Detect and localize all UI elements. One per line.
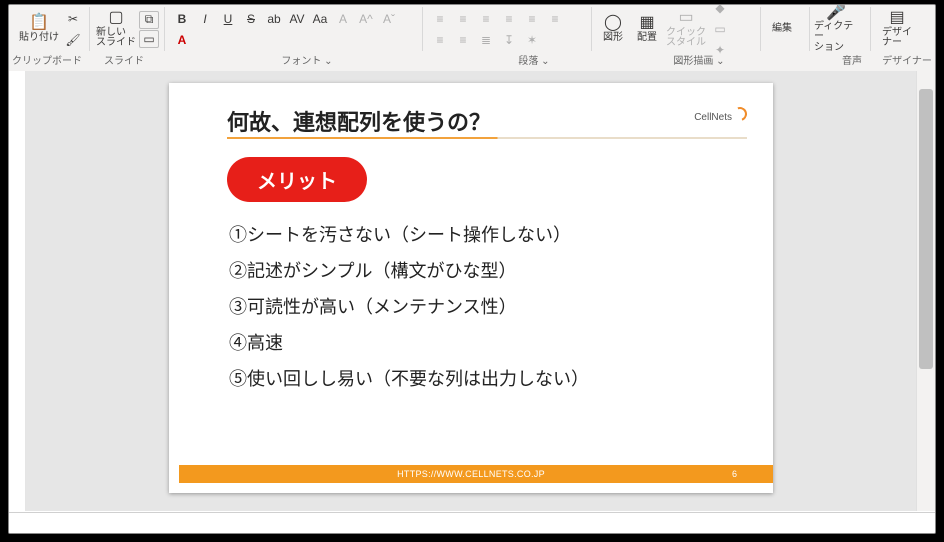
align-left-button[interactable]: ≡ xyxy=(521,9,543,29)
merit-item: ②記述がシンプル（構文がひな型） xyxy=(229,253,733,289)
ribbon-controls: 📋 貼り付け ✂ 🖌 ▢ 新しい スライド ⧉ ▭ xyxy=(9,5,935,51)
dictation-button[interactable]: 🎤 ディクテー ション xyxy=(814,9,858,49)
group-drawing: ◯ 図形 ▦ 配置 ▭ クイック スタイル ◆ ▭ ✦ xyxy=(592,7,761,51)
scrollbar-thumb[interactable] xyxy=(919,89,933,369)
group-designer: ▤ デザイ ナー xyxy=(871,7,931,51)
strike-button[interactable]: S xyxy=(240,9,262,29)
grow-font-button[interactable]: A^ xyxy=(355,9,377,29)
merit-badge: メリット xyxy=(227,157,367,202)
status-bar xyxy=(9,512,935,533)
paragraph-buttons: ≡ ≡ ≡ ≡ ≡ ≡ ≡ ≡ ≣ ↧ ✶ xyxy=(427,7,587,52)
indent-inc-button[interactable]: ≡ xyxy=(498,9,520,29)
quickstyle-icon: ▭ xyxy=(678,10,693,28)
smartart-button[interactable]: ✶ xyxy=(521,30,543,50)
group-slide: ▢ 新しい スライド ⧉ ▭ xyxy=(90,7,165,51)
slide-title: 何故、連想配列を使うの？ xyxy=(227,105,491,137)
shapes-button[interactable]: ◯ 図形 xyxy=(596,9,630,49)
clear-format-button[interactable]: A xyxy=(332,9,354,29)
kerning-button[interactable]: AV xyxy=(286,9,308,29)
footer-url: HTTPS://WWW.CELLNETS.CO.JP xyxy=(397,469,545,479)
bullets-button[interactable]: ≡ xyxy=(429,9,451,29)
font-buttons: B I U S ab AV Aa A A^ Aˇ A xyxy=(169,7,418,52)
align-just-button[interactable]: ≡ xyxy=(452,30,474,50)
cut-button[interactable]: ✂ xyxy=(62,9,84,29)
title-underline xyxy=(227,137,747,139)
designer-label: デザイ ナー xyxy=(882,28,912,49)
bold-button[interactable]: B xyxy=(171,9,193,29)
vertical-scrollbar[interactable] xyxy=(916,71,935,511)
arrange-icon: ▦ xyxy=(639,15,654,33)
slide-footer: HTTPS://WWW.CELLNETS.CO.JP 6 xyxy=(169,465,773,483)
mic-icon: 🎤 xyxy=(826,5,846,22)
designer-button[interactable]: ▤ デザイ ナー xyxy=(875,9,919,49)
group-font: B I U S ab AV Aa A A^ Aˇ A xyxy=(165,7,423,51)
merit-item: ①シートを汚さない（シート操作しない） xyxy=(229,217,733,253)
paste-icon: 📋 xyxy=(29,15,49,33)
editing-label: 編集 xyxy=(772,24,792,35)
underline-button[interactable]: U xyxy=(217,9,239,29)
new-slide-label: 新しい スライド xyxy=(96,28,136,49)
quickstyle-label: クイック スタイル xyxy=(666,28,706,49)
shape-fill-button[interactable]: ◆ xyxy=(709,4,731,18)
shrink-font-button[interactable]: Aˇ xyxy=(378,9,400,29)
paste-button[interactable]: 📋 貼り付け xyxy=(17,9,61,49)
app-window: 📋 貼り付け ✂ 🖌 ▢ 新しい スライド ⧉ ▭ xyxy=(8,4,936,534)
shapes-label: 図形 xyxy=(603,33,623,44)
merit-item: ⑤使い回しし易い（不要な列は出力しない） xyxy=(229,361,733,397)
quickstyle-button[interactable]: ▭ クイック スタイル xyxy=(664,9,708,49)
group-voice: 🎤 ディクテー ション xyxy=(810,7,871,51)
clipboard-extra: ✂ 🖌 xyxy=(61,8,85,51)
new-slide-icon: ▢ xyxy=(108,10,123,28)
indent-dec-button[interactable]: ≡ xyxy=(475,9,497,29)
slide-extra: ⧉ ▭ xyxy=(138,10,160,49)
fontsize-button[interactable]: Aa xyxy=(309,9,331,29)
footer-page: 6 xyxy=(732,469,737,479)
arrange-button[interactable]: ▦ 配置 xyxy=(630,9,664,49)
designer-icon: ▤ xyxy=(889,10,904,28)
merit-item: ③可読性が高い（メンテナンス性） xyxy=(229,289,733,325)
slide-canvas[interactable]: 何故、連想配列を使うの？ CellNets メリット ①シートを汚さない（シート… xyxy=(26,71,916,511)
format-painter-button[interactable]: 🖌 xyxy=(62,30,84,50)
columns-button[interactable]: ≣ xyxy=(475,30,497,50)
reset-button[interactable]: ▭ xyxy=(139,30,159,48)
group-editing: 編集 xyxy=(761,7,810,51)
slide[interactable]: 何故、連想配列を使うの？ CellNets メリット ①シートを汚さない（シート… xyxy=(169,83,773,493)
text-dir-button[interactable]: ↧ xyxy=(498,30,520,50)
dictation-label: ディクテー ション xyxy=(814,22,858,54)
group-clipboard: 📋 貼り付け ✂ 🖌 xyxy=(13,7,90,51)
char-spacing-button[interactable]: ab xyxy=(263,9,285,29)
workspace: 何故、連想配列を使うの？ CellNets メリット ①シートを汚さない（シート… xyxy=(9,71,935,511)
editing-button[interactable]: 編集 xyxy=(765,9,799,49)
shapes-icon: ◯ xyxy=(604,15,622,33)
logo: CellNets xyxy=(694,107,747,123)
new-slide-button[interactable]: ▢ 新しい スライド xyxy=(94,9,138,49)
paste-label: 貼り付け xyxy=(19,33,59,44)
numbering-button[interactable]: ≡ xyxy=(452,9,474,29)
align-center-button[interactable]: ≡ xyxy=(544,9,566,29)
arrange-label: 配置 xyxy=(637,33,657,44)
font-color-button[interactable]: A xyxy=(171,30,193,50)
merit-list: ①シートを汚さない（シート操作しない） ②記述がシンプル（構文がひな型） ③可読… xyxy=(229,217,733,397)
align-right-button[interactable]: ≡ xyxy=(429,30,451,50)
italic-button[interactable]: I xyxy=(194,9,216,29)
thumbnail-pane[interactable] xyxy=(9,71,26,511)
merit-item: ④高速 xyxy=(229,325,733,361)
shape-outline-button[interactable]: ▭ xyxy=(709,19,731,39)
layout-button[interactable]: ⧉ xyxy=(139,11,159,29)
group-paragraph: ≡ ≡ ≡ ≡ ≡ ≡ ≡ ≡ ≣ ↧ ✶ xyxy=(423,7,592,51)
